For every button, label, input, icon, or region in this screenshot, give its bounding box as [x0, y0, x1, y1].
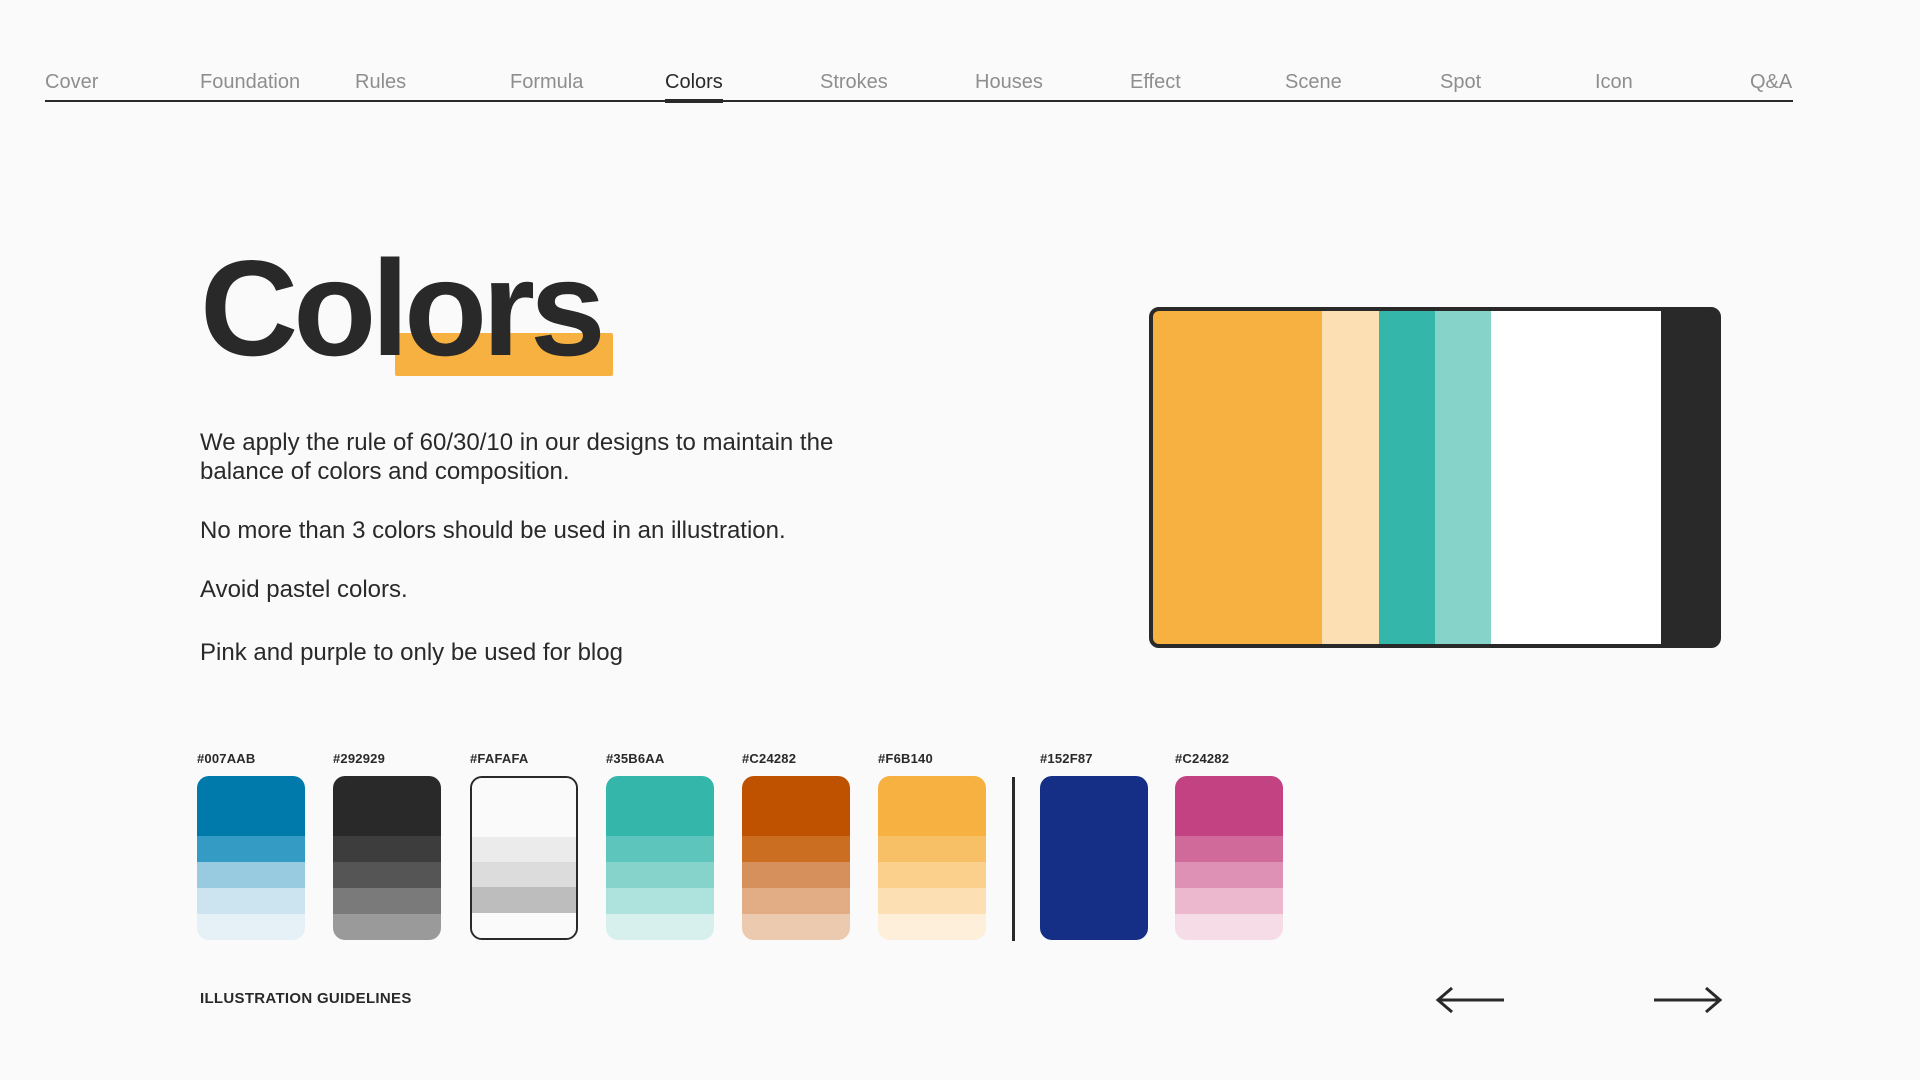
- swatch-shade: [197, 862, 305, 888]
- palette-segment: [1378, 311, 1436, 644]
- color-swatch: #152F87: [1040, 750, 1148, 940]
- swatch-shade: [1175, 914, 1283, 940]
- swatch-shade: [878, 836, 986, 862]
- nav-tab-qa[interactable]: Q&A: [1750, 71, 1792, 94]
- arrow-left-icon: [1434, 980, 1506, 1020]
- swatch-shade: [606, 776, 714, 836]
- swatch-card: [606, 776, 714, 940]
- color-swatch: #C24282: [742, 750, 850, 940]
- rule-paragraph: We apply the rule of 60/30/10 in our des…: [200, 429, 834, 485]
- swatch-shade: [333, 776, 441, 836]
- color-swatch: #292929: [333, 750, 441, 940]
- nav-tab-spot[interactable]: Spot: [1440, 71, 1481, 94]
- swatch-shade: [197, 914, 305, 940]
- next-button[interactable]: [1652, 980, 1724, 1020]
- swatch-hex-label: #292929: [333, 751, 386, 766]
- swatch-shade: [472, 887, 576, 913]
- swatch-hex-label: #007AAB: [197, 751, 256, 766]
- swatch-shade: [333, 914, 441, 940]
- nav-tab-rules[interactable]: Rules: [355, 71, 406, 94]
- pink-purple-paragraph: Pink and purple to only be used for blog: [200, 639, 623, 666]
- swatch-card: [470, 776, 578, 940]
- swatch-shade: [606, 836, 714, 862]
- swatch-card: [1040, 776, 1148, 940]
- swatch-shade: [1040, 888, 1148, 914]
- swatch-shade: [197, 888, 305, 914]
- palette-segment: [1322, 311, 1379, 644]
- swatch-shade: [606, 888, 714, 914]
- swatch-shade: [197, 776, 305, 836]
- palette-segment: [1153, 311, 1323, 644]
- swatch-shade: [472, 861, 576, 888]
- swatch-shade: [742, 836, 850, 862]
- top-nav: Cover Foundation Rules Formula Colors St…: [45, 68, 1793, 103]
- swatch-card: [197, 776, 305, 940]
- swatch-shade: [878, 888, 986, 914]
- swatch-card: [333, 776, 441, 940]
- swatch-hex-label: #152F87: [1040, 751, 1093, 766]
- swatch-shade: [333, 888, 441, 914]
- swatch-shade: [1040, 914, 1148, 940]
- color-limit-paragraph: No more than 3 colors should be used in …: [200, 517, 786, 544]
- nav-tab-foundation[interactable]: Foundation: [200, 71, 300, 94]
- nav-tab-icon[interactable]: Icon: [1595, 71, 1633, 94]
- swatch-hex-label: #F6B140: [878, 751, 933, 766]
- palette-segment: [1435, 311, 1492, 644]
- palette-segment: [1660, 311, 1717, 644]
- prev-button[interactable]: [1434, 980, 1506, 1020]
- pastel-paragraph: Avoid pastel colors.: [200, 576, 408, 603]
- swatch-hex-label: #35B6AA: [606, 751, 665, 766]
- swatch-hex-label: #C24282: [742, 751, 797, 766]
- swatch-shade: [472, 912, 576, 938]
- swatch-shade: [1040, 836, 1148, 862]
- nav-tab-effect[interactable]: Effect: [1130, 71, 1181, 94]
- palette-segment: [1491, 311, 1661, 644]
- swatch-shade: [1040, 776, 1148, 836]
- nav-tab-strokes[interactable]: Strokes: [820, 71, 888, 94]
- nav-tab-houses[interactable]: Houses: [975, 71, 1043, 94]
- swatch-shade: [1040, 862, 1148, 888]
- swatch-shade: [197, 836, 305, 862]
- color-ratio-palette: [1149, 307, 1721, 648]
- swatch-card: [1175, 776, 1283, 940]
- swatch-shade: [1175, 836, 1283, 862]
- swatch-card: [878, 776, 986, 940]
- color-swatch: #F6B140: [878, 750, 986, 940]
- swatch-shade: [472, 836, 576, 862]
- swatch-shade: [1175, 862, 1283, 888]
- swatch-card: [742, 776, 850, 940]
- color-swatch: #007AAB: [197, 750, 305, 940]
- swatch-shade: [606, 862, 714, 888]
- swatch-shade: [742, 914, 850, 940]
- swatch-shade: [472, 778, 576, 837]
- swatch-hex-label: #C24282: [1175, 751, 1230, 766]
- swatch-shade: [742, 862, 850, 888]
- swatch-shade: [878, 776, 986, 836]
- swatch-shade: [333, 836, 441, 862]
- color-swatch: #35B6AA: [606, 750, 714, 940]
- swatch-shade: [333, 862, 441, 888]
- swatch-shade: [742, 776, 850, 836]
- swatch-shade: [878, 914, 986, 940]
- swatch-shade: [1175, 888, 1283, 914]
- nav-tab-scene[interactable]: Scene: [1285, 71, 1342, 94]
- nav-tab-formula[interactable]: Formula: [510, 71, 583, 94]
- footer-label: ILLUSTRATION GUIDELINES: [200, 990, 412, 1007]
- page-title: Colors: [200, 232, 606, 384]
- swatch-hex-label: #FAFAFA: [470, 751, 529, 766]
- arrow-right-icon: [1652, 980, 1724, 1020]
- swatch-shade: [742, 888, 850, 914]
- swatch-divider: [1012, 777, 1015, 941]
- swatch-shade: [878, 862, 986, 888]
- swatch-shade: [1175, 776, 1283, 836]
- color-swatch: #FAFAFA: [470, 750, 578, 940]
- nav-tab-colors[interactable]: Colors: [665, 71, 723, 103]
- color-swatch: #C24282: [1175, 750, 1283, 940]
- swatch-shade: [606, 914, 714, 940]
- nav-tab-cover[interactable]: Cover: [45, 71, 98, 94]
